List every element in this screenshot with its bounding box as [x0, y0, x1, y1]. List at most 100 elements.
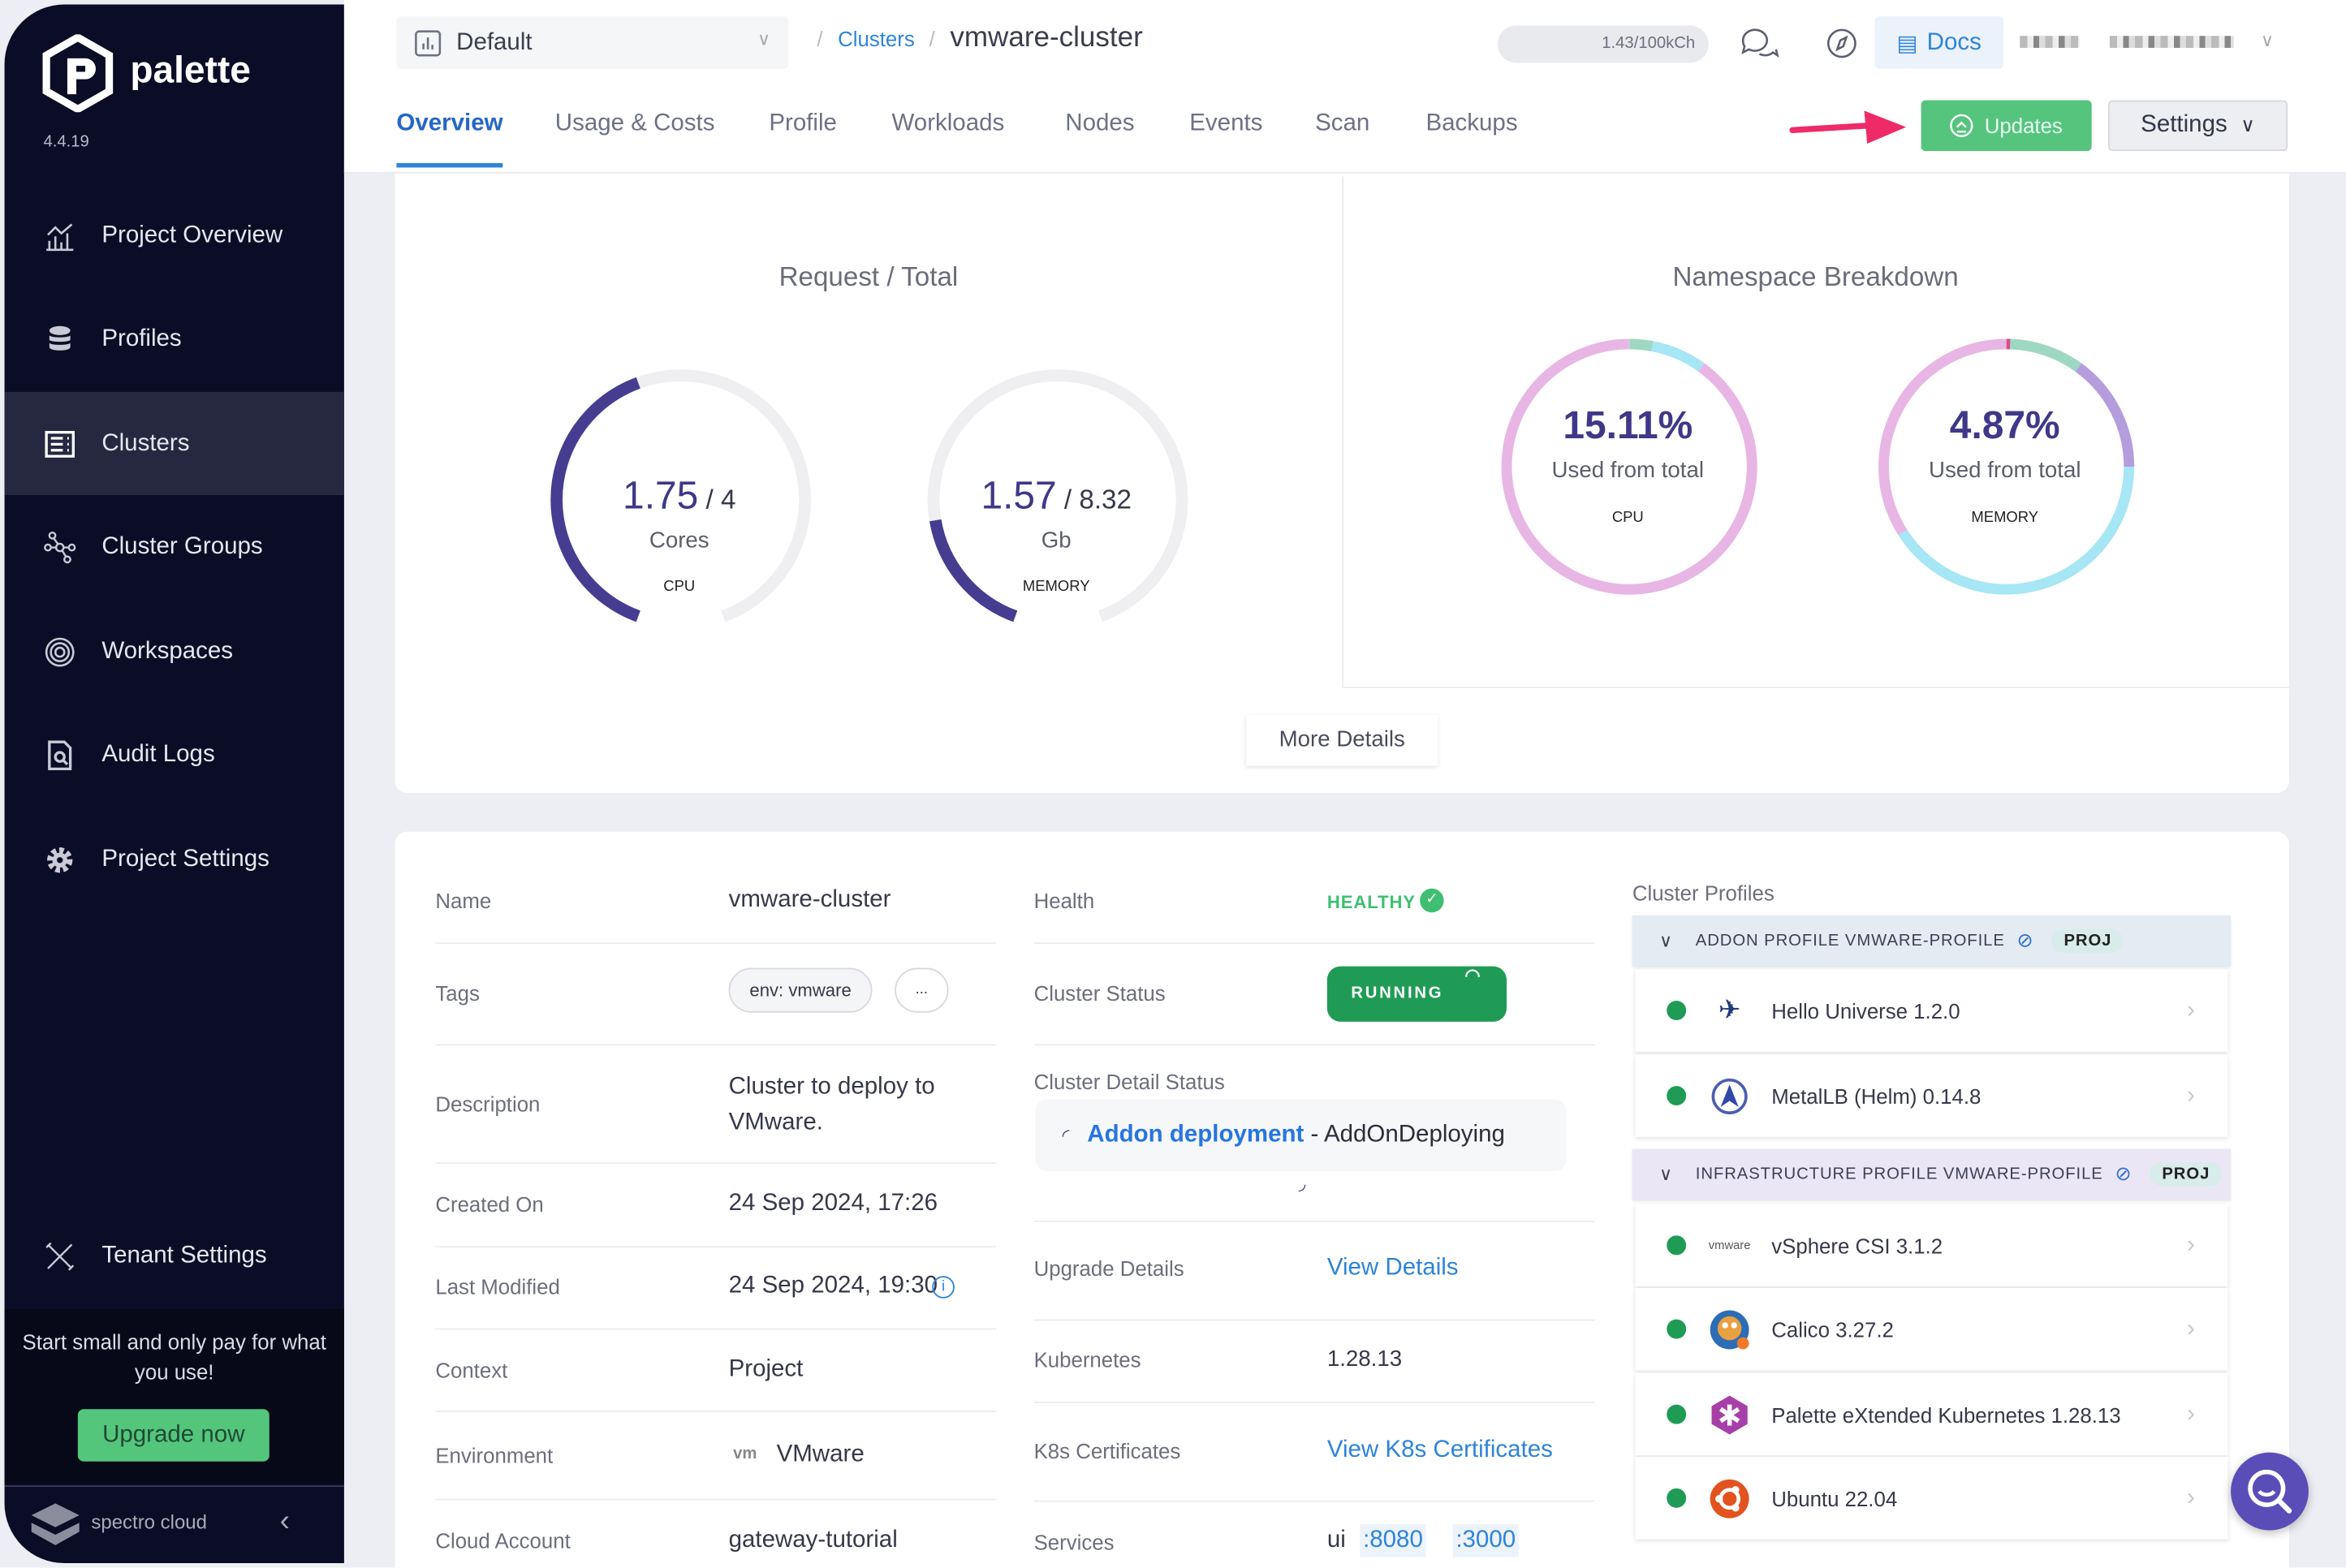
profile-group-header[interactable]: ∨ ADDON PROFILE VMWARE-PROFILE ⊘ PROJ: [1632, 915, 2232, 967]
compass-icon[interactable]: [1826, 27, 1859, 60]
request-gauges: [550, 369, 1188, 622]
vmware-icon: vmware: [1708, 1238, 1751, 1252]
user-name-redacted[interactable]: [2020, 36, 2080, 48]
breadcrumb-clusters-link[interactable]: Clusters: [838, 27, 915, 50]
divider: [1342, 686, 2289, 688]
breadcrumb-current: vmware-cluster: [950, 22, 1143, 54]
breadcrumb-separator: /: [817, 27, 823, 51]
user-menu-chevron-icon[interactable]: ∨: [2261, 30, 2274, 51]
last-modified-value: 24 Sep 2024, 19:30: [728, 1273, 938, 1299]
chart-icon: [46, 222, 74, 251]
pack-name: Ubuntu 22.04: [1771, 1486, 1898, 1510]
chat-icon[interactable]: [1740, 25, 1779, 61]
tag-chip[interactable]: env: vmware: [728, 967, 873, 1013]
service-port-link[interactable]: :3000: [1452, 1524, 1519, 1557]
tab-profile[interactable]: Profile: [769, 110, 837, 137]
upgrade-now-button[interactable]: Upgrade now: [77, 1409, 270, 1462]
annotation-arrow-icon: [1789, 110, 1907, 144]
sidebar: palette 4.4.19 Project Overview Profiles…: [4, 4, 344, 1564]
spinner-icon: ◜: [1062, 1125, 1070, 1146]
book-icon: ▤: [1896, 30, 1918, 57]
context-label: Context: [435, 1358, 508, 1383]
project-selector[interactable]: Default ∨: [396, 16, 789, 69]
collapse-sidebar-icon[interactable]: ‹: [280, 1505, 290, 1539]
settings-dropdown[interactable]: Settings ∨: [2107, 100, 2288, 152]
last-modified-label: Last Modified: [435, 1274, 560, 1299]
profile-pack-row[interactable]: vmware vSphere CSI 3.1.2 ›: [1635, 1204, 2228, 1287]
description-label: Description: [435, 1092, 541, 1116]
cluster-status-label: Cluster Status: [1033, 981, 1166, 1006]
sidebar-item-cluster-groups[interactable]: Cluster Groups: [5, 495, 344, 598]
database-icon: [49, 325, 71, 350]
link-icon[interactable]: ⊘: [2115, 1162, 2132, 1186]
chevron-right-icon: ›: [2187, 1401, 2195, 1427]
project-icon: [415, 29, 442, 56]
memory-namespace-percent: 4.87%: [1949, 402, 2060, 448]
profile-pack-row[interactable]: Palette eXtended Kubernetes 1.28.13 ›: [1635, 1372, 2228, 1456]
upgrade-icon: [1950, 114, 1974, 137]
more-details-button[interactable]: More Details: [1246, 715, 1438, 766]
profile-pack-row[interactable]: Calico 3.27.2 ›: [1635, 1287, 2228, 1371]
tab-scan[interactable]: Scan: [1315, 110, 1369, 137]
top-bar: Default ∨ / Clusters / vmware-cluster 1.…: [343, 0, 2346, 174]
service-port-link[interactable]: :8080: [1360, 1524, 1426, 1557]
sidebar-item-clusters[interactable]: Clusters: [4, 391, 344, 496]
divider: [1033, 1401, 1595, 1403]
view-details-link[interactable]: View Details: [1327, 1255, 1459, 1282]
tab-backups[interactable]: Backups: [1425, 110, 1517, 137]
status-dot: [1667, 1404, 1687, 1424]
environment-label: Environment: [435, 1443, 554, 1468]
name-value: vmware-cluster: [728, 886, 891, 913]
donut-segment: [1898, 467, 2135, 595]
addon-deployment-link[interactable]: Addon deployment: [1087, 1122, 1304, 1148]
tab-usage-costs[interactable]: Usage & Costs: [555, 110, 715, 137]
divider: [435, 942, 997, 944]
sidebar-item-profiles[interactable]: Profiles: [5, 287, 344, 390]
donut-segment: [1651, 341, 1705, 373]
kubernetes-icon: [1707, 1392, 1752, 1437]
view-k8s-certificates-link[interactable]: View K8s Certificates: [1327, 1437, 1553, 1464]
divider: [435, 1411, 997, 1412]
pack-name: Calico 3.27.2: [1771, 1316, 1894, 1342]
divider: [1033, 1044, 1595, 1046]
cpu-namespace-percent: 15.11%: [1563, 402, 1693, 448]
docs-button[interactable]: ▤ Docs: [1874, 16, 2003, 69]
kubernetes-version: 1.28.13: [1326, 1346, 1403, 1372]
sidebar-item-audit-logs[interactable]: Audit Logs: [5, 703, 344, 806]
cluster-profiles-title: Cluster Profiles: [1632, 881, 1775, 906]
cpu-gauge-label: CPU: [663, 579, 696, 596]
tools-icon: [45, 1241, 75, 1270]
profile-pack-row[interactable]: Ubuntu 22.04 ›: [1635, 1457, 2228, 1540]
cpu-namespace-caption: Used from total: [1551, 457, 1705, 484]
sidebar-item-project-overview[interactable]: Project Overview: [5, 184, 344, 287]
link-icon[interactable]: ⊘: [2017, 929, 2034, 953]
help-search-button[interactable]: [2231, 1452, 2309, 1531]
profile-pack-row[interactable]: ✈ Hello Universe 1.2.0 ›: [1635, 969, 2228, 1052]
settings-label: Settings: [2141, 112, 2227, 138]
sidebar-item-workspaces[interactable]: Workspaces: [5, 600, 344, 703]
tab-events[interactable]: Events: [1189, 110, 1262, 137]
credits-usage-badge[interactable]: 1.43/100kCh: [1497, 25, 1709, 63]
profile-group-header[interactable]: ∨ INFRASTRUCTURE PROFILE VMWARE-PROFILE ⊘ P…: [1632, 1148, 2232, 1200]
more-tags-button[interactable]: ...: [895, 967, 949, 1013]
sidebar-item-tenant-settings[interactable]: Tenant Settings: [5, 1204, 344, 1307]
chevron-down-icon: ∨: [1658, 930, 1674, 952]
tenant-name-redacted[interactable]: [2109, 36, 2234, 48]
tab-overview[interactable]: Overview: [396, 110, 502, 137]
tab-workloads[interactable]: Workloads: [891, 110, 1004, 137]
project-name: Default: [456, 28, 533, 55]
profile-pack-row[interactable]: MetalLB (Helm) 0.14.8 ›: [1635, 1054, 2228, 1137]
target-icon: [45, 636, 75, 666]
tab-nodes[interactable]: Nodes: [1065, 110, 1134, 137]
cpu-gauge-value: 1.75 / 4: [623, 472, 736, 518]
memory-gauge-label: MEMORY: [1022, 579, 1090, 596]
updates-button[interactable]: Updates: [1921, 100, 2092, 152]
info-icon[interactable]: i: [932, 1276, 955, 1299]
spinner-icon: ◞: [1298, 1172, 1306, 1194]
sidebar-item-label: Project Settings: [101, 846, 270, 872]
sidebar-item-label: Profiles: [101, 325, 182, 351]
sidebar-item-project-settings[interactable]: Project Settings: [5, 808, 344, 911]
search-icon: [2248, 1469, 2292, 1514]
donut-segment: [2010, 338, 2082, 373]
cpu-gauge-unit: Cores: [649, 528, 709, 554]
